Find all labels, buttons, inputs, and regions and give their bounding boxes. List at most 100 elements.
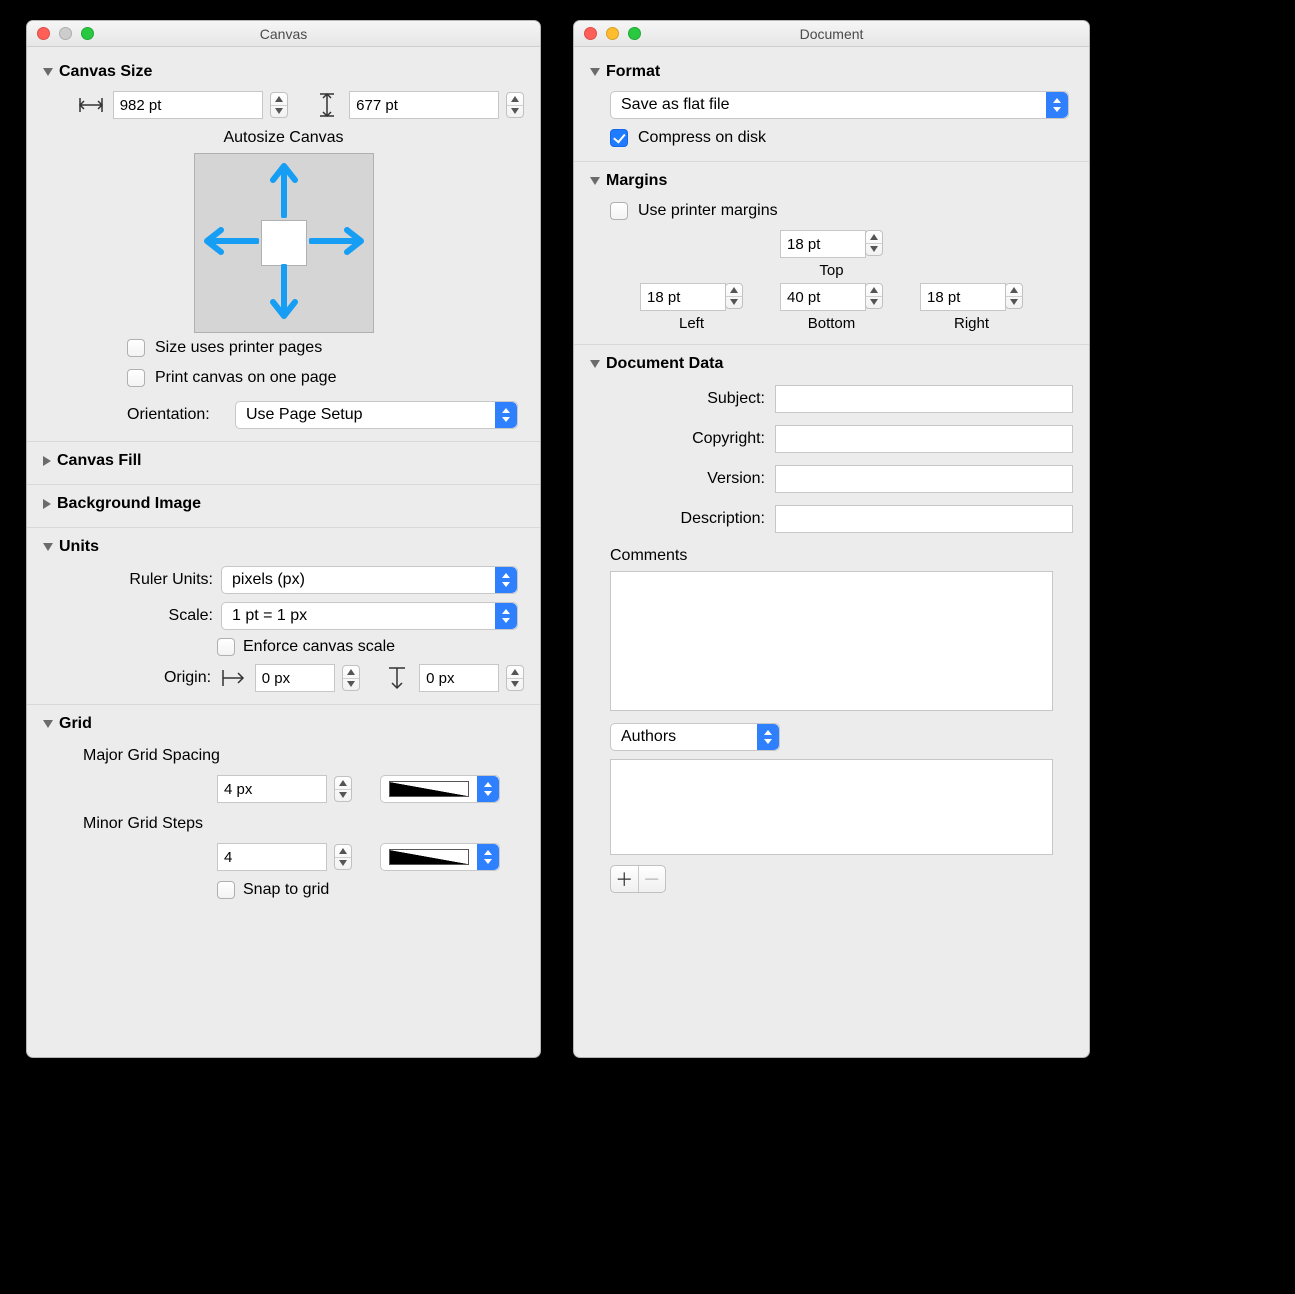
scale-select[interactable]: 1 pt = 1 px: [221, 602, 518, 630]
margin-left-stepper[interactable]: [725, 283, 743, 309]
stepper-down-icon[interactable]: [335, 858, 351, 870]
comments-textarea[interactable]: [610, 571, 1053, 711]
document-titlebar[interactable]: Document: [574, 21, 1089, 47]
origin-y-icon: [383, 664, 411, 692]
autosize-left-arrow[interactable]: [201, 227, 259, 259]
major-grid-spacing-input[interactable]: [217, 775, 327, 803]
size-uses-printer-pages-checkbox[interactable]: [127, 339, 145, 357]
major-grid-spacing-stepper[interactable]: [334, 776, 352, 802]
autosize-canvas-label: Autosize Canvas: [27, 129, 540, 147]
ruler-units-label: Ruler Units:: [43, 571, 213, 589]
origin-x-input[interactable]: [255, 664, 335, 692]
minimize-window-icon[interactable]: [59, 27, 72, 40]
disclosure-triangle-icon: [43, 499, 51, 509]
canvas-fill-header[interactable]: Canvas Fill: [27, 441, 540, 476]
remove-author-button[interactable]: －: [639, 866, 666, 892]
canvas-width-input[interactable]: [113, 91, 263, 119]
height-icon: [313, 91, 341, 119]
close-window-icon[interactable]: [584, 27, 597, 40]
margin-bottom-label: Bottom: [808, 315, 856, 332]
disclosure-triangle-icon: [43, 68, 53, 76]
document-data-header[interactable]: Document Data: [574, 344, 1089, 379]
stepper-down-icon[interactable]: [726, 297, 742, 309]
save-format-select[interactable]: Save as flat file: [610, 91, 1069, 119]
origin-x-stepper[interactable]: [342, 665, 360, 691]
stepper-up-icon[interactable]: [343, 666, 359, 679]
stepper-up-icon[interactable]: [507, 666, 523, 679]
autosize-center[interactable]: [261, 220, 307, 266]
grid-header[interactable]: Grid: [27, 704, 540, 739]
margin-top-input[interactable]: [780, 230, 866, 258]
add-author-button[interactable]: ＋: [611, 866, 639, 892]
minimize-window-icon[interactable]: [606, 27, 619, 40]
origin-y-stepper[interactable]: [506, 665, 524, 691]
stepper-up-icon[interactable]: [726, 284, 742, 297]
background-image-header[interactable]: Background Image: [27, 484, 540, 519]
disclosure-triangle-icon: [590, 68, 600, 76]
margin-bottom-input[interactable]: [780, 283, 866, 311]
margin-bottom-stepper[interactable]: [865, 283, 883, 309]
close-window-icon[interactable]: [37, 27, 50, 40]
format-header[interactable]: Format: [574, 53, 1089, 87]
description-input[interactable]: [775, 505, 1073, 533]
minor-grid-steps-input[interactable]: [217, 843, 327, 871]
canvas-width-stepper[interactable]: [270, 92, 288, 118]
authors-select[interactable]: Authors: [610, 723, 780, 751]
margin-right-input[interactable]: [920, 283, 1006, 311]
stepper-down-icon[interactable]: [507, 106, 523, 118]
margins-header[interactable]: Margins: [574, 161, 1089, 196]
stepper-up-icon[interactable]: [1006, 284, 1022, 297]
margin-top-stepper[interactable]: [865, 230, 883, 256]
stepper-up-icon[interactable]: [866, 231, 882, 244]
ruler-units-select[interactable]: pixels (px): [221, 566, 518, 594]
subject-input[interactable]: [775, 385, 1073, 413]
authors-list[interactable]: [610, 759, 1053, 855]
canvas-height-input[interactable]: [349, 91, 499, 119]
margin-right-label: Right: [954, 315, 989, 332]
stepper-up-icon[interactable]: [335, 845, 351, 858]
stepper-down-icon[interactable]: [866, 297, 882, 309]
origin-y-input[interactable]: [419, 664, 499, 692]
stepper-up-icon[interactable]: [335, 777, 351, 790]
step-wedge-icon: [389, 781, 469, 797]
margin-left-input[interactable]: [640, 283, 726, 311]
canvas-size-header[interactable]: Canvas Size: [27, 53, 540, 87]
canvas-window-title: Canvas: [27, 26, 540, 42]
print-one-page-checkbox[interactable]: [127, 369, 145, 387]
stepper-down-icon[interactable]: [271, 106, 287, 118]
orientation-label: Orientation:: [127, 406, 227, 424]
autosize-down-arrow[interactable]: [270, 264, 298, 326]
canvas-height-stepper[interactable]: [506, 92, 524, 118]
autosize-canvas-control: [194, 153, 374, 333]
canvas-titlebar[interactable]: Canvas: [27, 21, 540, 47]
stepper-down-icon[interactable]: [1006, 297, 1022, 309]
snap-to-grid-checkbox[interactable]: [217, 881, 235, 899]
stepper-up-icon[interactable]: [866, 284, 882, 297]
stepper-up-icon[interactable]: [271, 93, 287, 106]
stepper-down-icon[interactable]: [335, 790, 351, 802]
margin-right-stepper[interactable]: [1005, 283, 1023, 309]
stepper-up-icon[interactable]: [507, 93, 523, 106]
margin-left-label: Left: [679, 315, 704, 332]
major-grid-steps-style-select[interactable]: [380, 775, 500, 803]
zoom-window-icon[interactable]: [628, 27, 641, 40]
use-printer-margins-checkbox[interactable]: [610, 202, 628, 220]
compress-on-disk-checkbox[interactable]: [610, 129, 628, 147]
minor-grid-steps-style-select[interactable]: [380, 843, 500, 871]
copyright-input[interactable]: [775, 425, 1073, 453]
version-input[interactable]: [775, 465, 1073, 493]
print-one-page-label: Print canvas on one page: [155, 369, 336, 387]
enforce-canvas-scale-checkbox[interactable]: [217, 638, 235, 656]
disclosure-triangle-icon: [590, 360, 600, 368]
zoom-window-icon[interactable]: [81, 27, 94, 40]
stepper-down-icon[interactable]: [343, 679, 359, 691]
autosize-up-arrow[interactable]: [270, 160, 298, 222]
stepper-down-icon[interactable]: [866, 244, 882, 256]
units-header[interactable]: Units: [27, 527, 540, 562]
compress-on-disk-label: Compress on disk: [638, 129, 766, 147]
autosize-right-arrow[interactable]: [309, 227, 367, 259]
orientation-select[interactable]: Use Page Setup: [235, 401, 518, 429]
stepper-down-icon[interactable]: [507, 679, 523, 691]
minor-grid-steps-label: Minor Grid Steps: [27, 807, 540, 839]
minor-grid-steps-stepper[interactable]: [334, 844, 352, 870]
